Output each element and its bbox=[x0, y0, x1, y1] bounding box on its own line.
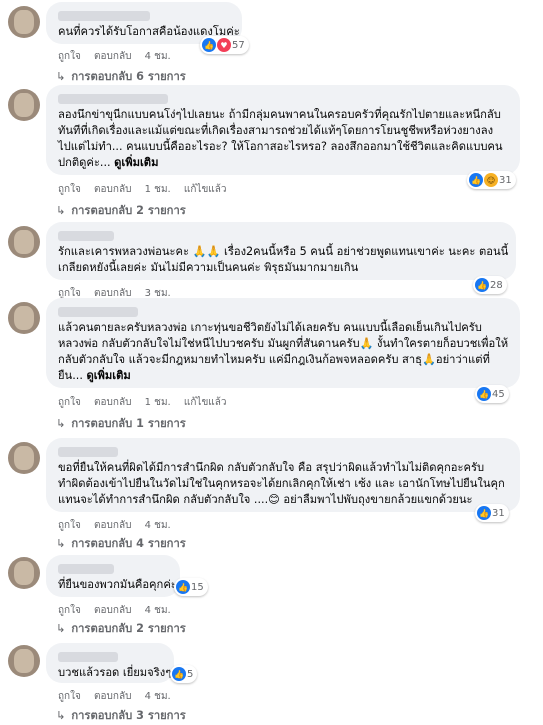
like-icon: 👍 bbox=[469, 173, 483, 187]
comment-text: ที่ยืนของพวกมันคือคุกค่ะ bbox=[58, 578, 177, 591]
like-icon: 👍 bbox=[172, 667, 186, 681]
view-replies-link[interactable]: ↳ การตอบกลับ 6 รายการ bbox=[56, 67, 186, 85]
reaction-summary[interactable]: 👍 28 bbox=[473, 276, 507, 294]
reaction-count: 15 bbox=[191, 581, 204, 593]
view-replies-link[interactable]: ↳ การตอบกลับ 2 รายการ bbox=[56, 619, 186, 637]
comment-actions: ถูกใจ ตอบกลับ 1 ชม. แก้ไขแล้ว bbox=[58, 182, 236, 197]
like-button[interactable]: ถูกใจ bbox=[58, 520, 81, 531]
timestamp[interactable]: 1 ชม. bbox=[145, 397, 171, 408]
like-button[interactable]: ถูกใจ bbox=[58, 605, 81, 616]
see-more-link[interactable]: ดูเพิ่มเติม bbox=[114, 156, 158, 169]
reply-arrow-icon: ↳ bbox=[56, 622, 66, 635]
view-replies-link[interactable]: ↳ การตอบกลับ 4 รายการ bbox=[56, 534, 186, 552]
like-button[interactable]: ถูกใจ bbox=[58, 691, 81, 702]
timestamp[interactable]: 1 ชม. bbox=[145, 184, 171, 195]
comment-bubble: ที่ยืนของพวกมันคือคุกค่ะ bbox=[46, 555, 180, 597]
comment-text: ลองนึกข่าขุนีกแบบคนโง่ๆไปเลยนะ ถ้ามีกลุ่… bbox=[58, 108, 503, 169]
reaction-summary[interactable]: 👍 45 bbox=[475, 385, 509, 403]
reaction-summary[interactable]: 👍 15 bbox=[174, 578, 208, 596]
reaction-count: 5 bbox=[187, 668, 194, 680]
commenter-name-redacted[interactable] bbox=[58, 652, 118, 662]
like-button[interactable]: ถูกใจ bbox=[58, 397, 81, 408]
reply-arrow-icon: ↳ bbox=[56, 70, 66, 83]
reaction-summary[interactable]: 👍 5 bbox=[170, 665, 198, 683]
commenter-name-redacted[interactable] bbox=[58, 447, 118, 457]
reply-button[interactable]: ตอบกลับ bbox=[94, 51, 131, 62]
reply-button[interactable]: ตอบกลับ bbox=[94, 397, 131, 408]
comment-bubble: แล้วคนตายละครับหลวงพ่อ เกาะทุ่นขอชีวิตยั… bbox=[46, 298, 520, 388]
edited-label: แก้ไขแล้ว bbox=[183, 397, 227, 408]
commenter-name-redacted[interactable] bbox=[58, 94, 168, 104]
reaction-count: 45 bbox=[492, 388, 505, 400]
avatar[interactable] bbox=[8, 302, 40, 334]
comment-bubble: ลองนึกข่าขุนีกแบบคนโง่ๆไปเลยนะ ถ้ามีกลุ่… bbox=[46, 85, 520, 175]
avatar[interactable] bbox=[8, 645, 40, 677]
comment-text: ขอที่ยืนให้คนที่ผิดได้มีการสำนึกผิด กลับ… bbox=[58, 461, 505, 506]
view-replies-link[interactable]: ↳ การตอบกลับ 1 รายการ bbox=[56, 414, 186, 432]
reply-button[interactable]: ตอบกลับ bbox=[94, 184, 131, 195]
edited-label: แก้ไขแล้ว bbox=[183, 184, 227, 195]
reaction-summary[interactable]: 👍 31 bbox=[475, 504, 509, 522]
comment-actions: ถูกใจ ตอบกลับ 4 ชม. bbox=[58, 603, 181, 618]
timestamp[interactable]: 4 ชม. bbox=[145, 605, 171, 616]
reaction-count: 31 bbox=[492, 507, 505, 519]
commenter-name-redacted[interactable] bbox=[58, 231, 114, 241]
comment-text: บวชแล้วรอด เยี่ยมจริงๆ bbox=[58, 666, 172, 679]
comment-bubble: ขอที่ยืนให้คนที่ผิดได้มีการสำนึกผิด กลับ… bbox=[46, 438, 520, 512]
avatar[interactable] bbox=[8, 6, 40, 38]
timestamp[interactable]: 4 ชม. bbox=[145, 520, 171, 531]
commenter-name-redacted[interactable] bbox=[58, 11, 150, 21]
see-more-link[interactable]: ดูเพิ่มเติม bbox=[86, 369, 130, 382]
reaction-count: 31 bbox=[499, 174, 512, 186]
comment-text: รักและเคารพหลวงพ่อนะคะ 🙏🙏 เรื่อง2คนนี้หร… bbox=[58, 245, 509, 274]
reply-arrow-icon: ↳ bbox=[56, 709, 66, 722]
comment-actions: ถูกใจ ตอบกลับ 1 ชม. แก้ไขแล้ว bbox=[58, 395, 236, 410]
timestamp[interactable]: 4 ชม. bbox=[145, 51, 171, 62]
avatar[interactable] bbox=[8, 442, 40, 474]
view-replies-link[interactable]: ↳ การตอบกลับ 2 รายการ bbox=[56, 201, 186, 219]
like-icon: 👍 bbox=[477, 387, 491, 401]
like-button[interactable]: ถูกใจ bbox=[58, 184, 81, 195]
comment-text: แล้วคนตายละครับหลวงพ่อ เกาะทุ่นขอชีวิตยั… bbox=[58, 321, 509, 382]
reply-button[interactable]: ตอบกลับ bbox=[94, 520, 131, 531]
avatar[interactable] bbox=[8, 226, 40, 258]
reaction-count: 57 bbox=[232, 39, 245, 51]
commenter-name-redacted[interactable] bbox=[58, 307, 138, 317]
reaction-count: 28 bbox=[490, 279, 503, 291]
comment-bubble: บวชแล้วรอด เยี่ยมจริงๆ bbox=[46, 643, 174, 683]
reply-button[interactable]: ตอบกลับ bbox=[94, 605, 131, 616]
love-icon: ♥ bbox=[217, 38, 231, 52]
timestamp[interactable]: 4 ชม. bbox=[145, 691, 171, 702]
like-icon: 👍 bbox=[202, 38, 216, 52]
reply-arrow-icon: ↳ bbox=[56, 204, 66, 217]
comment-actions: ถูกใจ ตอบกลับ 4 ชม. bbox=[58, 518, 181, 533]
like-icon: 👍 bbox=[477, 506, 491, 520]
view-replies-link[interactable]: ↳ การตอบกลับ 3 รายการ bbox=[56, 706, 186, 724]
haha-icon: ☺ bbox=[484, 173, 498, 187]
like-button[interactable]: ถูกใจ bbox=[58, 51, 81, 62]
avatar[interactable] bbox=[8, 557, 40, 589]
comment-bubble: รักและเคารพหลวงพ่อนะคะ 🙏🙏 เรื่อง2คนนี้หร… bbox=[46, 222, 516, 280]
like-icon: 👍 bbox=[475, 278, 489, 292]
comment-actions: ถูกใจ ตอบกลับ 4 ชม. bbox=[58, 49, 181, 64]
reaction-summary[interactable]: 👍 ♥ 57 bbox=[200, 36, 249, 54]
avatar[interactable] bbox=[8, 89, 40, 121]
reply-arrow-icon: ↳ bbox=[56, 417, 66, 430]
like-icon: 👍 bbox=[176, 580, 190, 594]
commenter-name-redacted[interactable] bbox=[58, 564, 114, 574]
reply-button[interactable]: ตอบกลับ bbox=[94, 691, 131, 702]
comment-actions: ถูกใจ ตอบกลับ 4 ชม. bbox=[58, 689, 181, 704]
reply-arrow-icon: ↳ bbox=[56, 537, 66, 550]
reaction-summary[interactable]: 👍 ☺ 31 bbox=[467, 171, 516, 189]
